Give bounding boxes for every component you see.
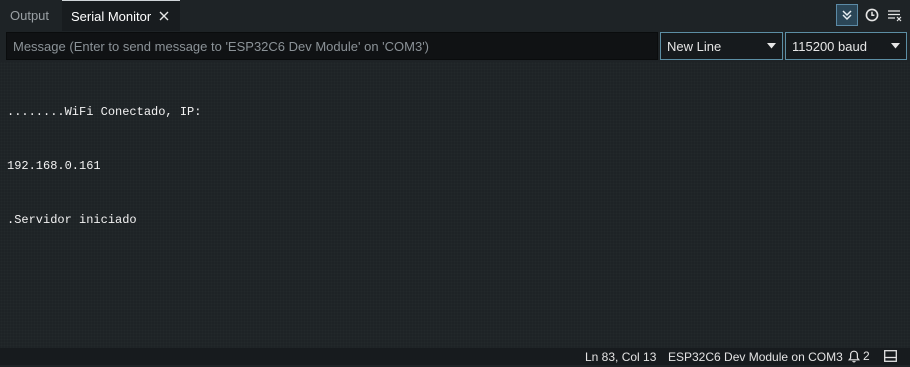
double-chevron-down-icon (841, 9, 853, 21)
baud-rate-select[interactable]: 115200 baud (785, 32, 907, 60)
line-ending-select[interactable]: New Line (660, 32, 783, 60)
output-line: .Servidor iniciado (7, 213, 137, 227)
tab-output-label: Output (10, 8, 50, 23)
autoscroll-button[interactable] (836, 4, 858, 26)
caret-down-icon (891, 43, 900, 49)
toggle-timestamp-button[interactable] (861, 4, 883, 26)
notifications-button[interactable]: 2 (848, 348, 870, 365)
bell-icon (848, 350, 860, 363)
message-row: New Line 115200 baud (0, 31, 910, 62)
clear-output-icon (887, 8, 903, 22)
toggle-panel-icon[interactable] (884, 350, 897, 362)
caret-down-icon (767, 43, 776, 49)
panel-tab-bar: Output Serial Monitor (0, 0, 910, 31)
serial-output-area[interactable]: ........WiFi Conectado, IP: 192.168.0.16… (0, 62, 910, 348)
output-line: ........WiFi Conectado, IP: (7, 105, 202, 119)
clock-icon (865, 8, 879, 22)
status-bar: Ln 83, Col 13 ESP32C6 Dev Module on COM3… (0, 348, 910, 365)
board-port-status[interactable]: ESP32C6 Dev Module on COM3 (668, 348, 843, 365)
clear-output-button[interactable] (884, 4, 906, 26)
serial-output-lines: ........WiFi Conectado, IP: 192.168.0.16… (7, 67, 201, 265)
tab-serial-monitor-label: Serial Monitor (71, 8, 152, 24)
tab-output[interactable]: Output (0, 0, 62, 31)
baud-rate-value: 115200 baud (792, 38, 867, 54)
cursor-position[interactable]: Ln 83, Col 13 (585, 348, 656, 365)
notification-count: 2 (863, 349, 870, 363)
line-ending-value: New Line (667, 38, 722, 54)
close-icon[interactable] (159, 11, 169, 21)
tab-serial-monitor[interactable]: Serial Monitor (62, 0, 180, 31)
message-input[interactable] (6, 32, 658, 60)
output-line: 192.168.0.161 (7, 159, 101, 173)
